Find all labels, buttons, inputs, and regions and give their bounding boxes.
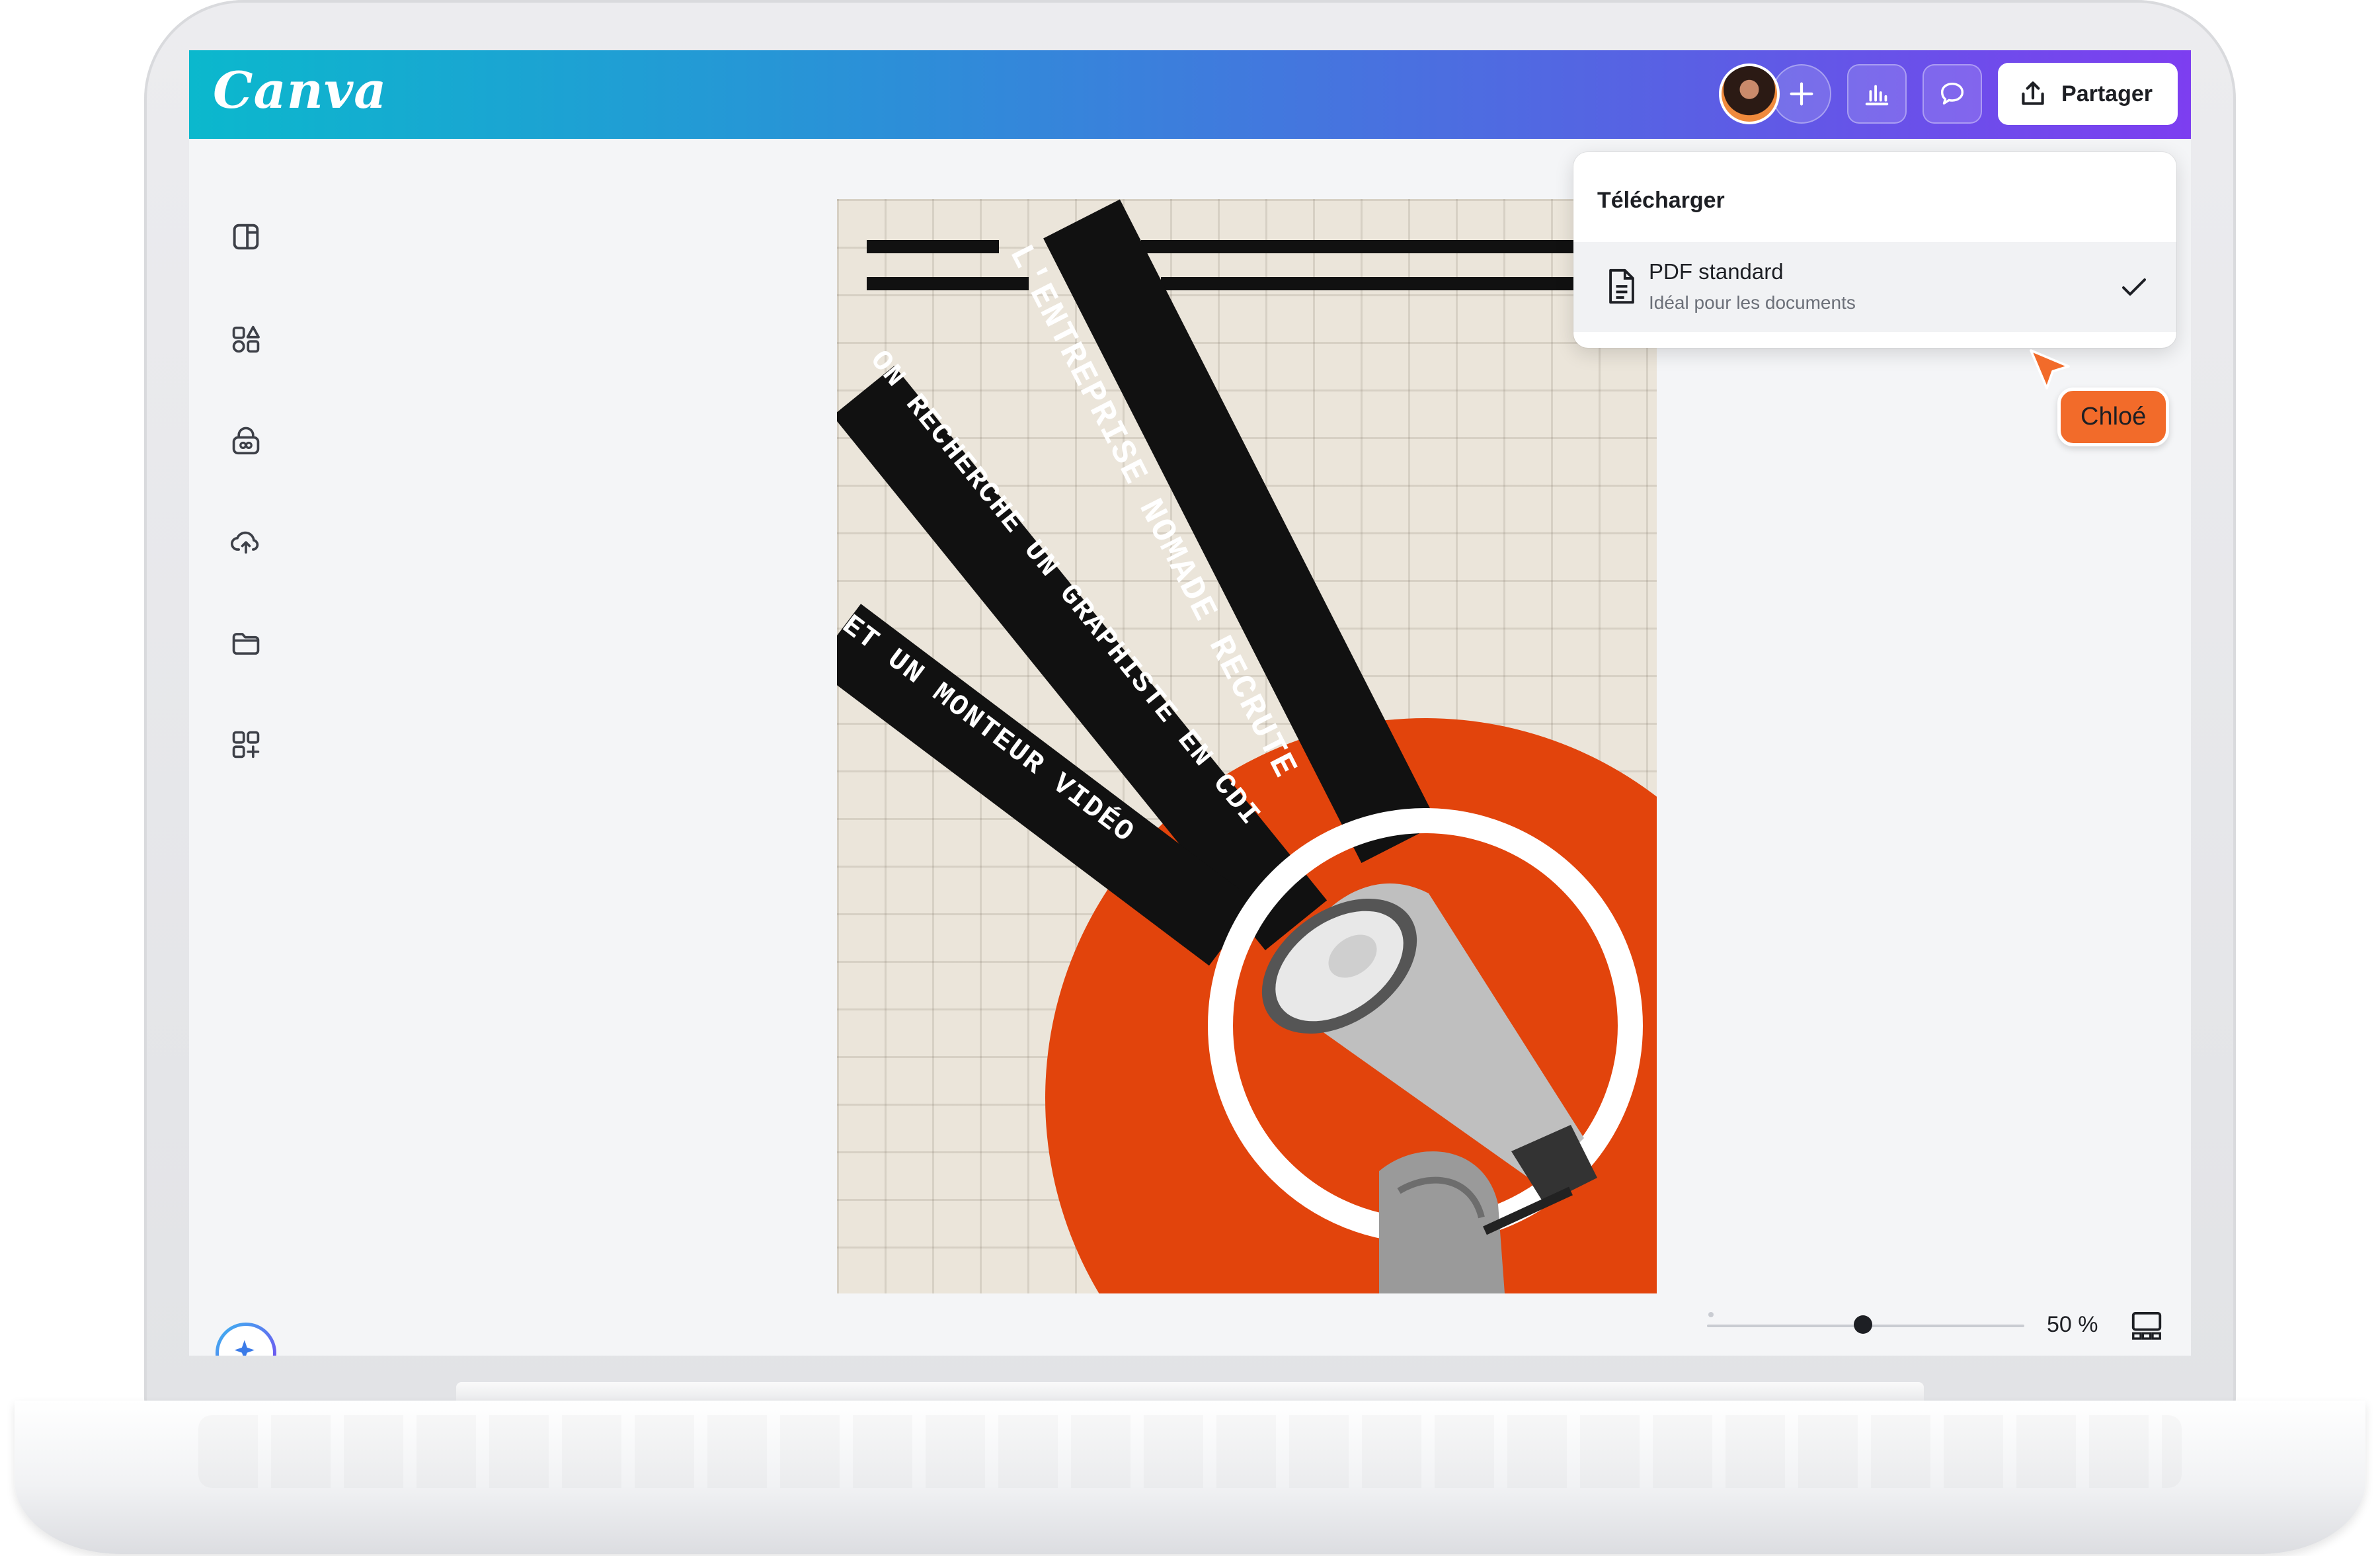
canva-logo[interactable]: Canva [213, 61, 387, 120]
share-icon [2022, 81, 2044, 105]
file-icon [1609, 268, 1634, 304]
apps-icon[interactable] [227, 726, 264, 763]
collaborator-name-tag: Chloé [2057, 388, 2170, 446]
option-subtitle: Idéal pour les documents [1649, 292, 1856, 313]
download-title: Télécharger [1597, 188, 1725, 213]
top-bar: Canva Partager [189, 50, 2191, 139]
collaborator-cursor-icon [2030, 349, 2070, 389]
zoom-slider-thumb[interactable] [1854, 1315, 1872, 1334]
check-icon [2122, 278, 2146, 296]
design-canvas[interactable]: L'ENTREPRISE NOMADE RECRUTE ON RECHERCHE… [837, 199, 1657, 1293]
poster-graphics [837, 199, 1657, 1293]
share-label: Partager [2061, 81, 2153, 106]
brand-icon[interactable] [227, 423, 264, 460]
left-sidebar [189, 139, 308, 1356]
header-bar [867, 240, 999, 253]
header-bar [867, 277, 1029, 290]
page-layout-icon[interactable] [2129, 1308, 2164, 1344]
analytics-icon [1865, 85, 1889, 106]
app-screen: Canva Partager L'ENTREPRISE NOMADE RECRU… [189, 50, 2191, 1356]
comment-button[interactable] [1923, 64, 1983, 124]
ribbon [1043, 199, 1439, 863]
add-icon [1790, 82, 1813, 106]
top-bar-actions: Partager [1719, 62, 2178, 126]
uploads-icon[interactable] [227, 522, 264, 559]
download-dropdown: Télécharger PDF standard Idéal pour les … [1573, 152, 2176, 348]
comment-icon [1940, 82, 1964, 105]
projects-icon[interactable] [227, 625, 264, 662]
sparkle-icon [234, 1340, 255, 1356]
laptop-keyboard [198, 1415, 2182, 1488]
design-icon[interactable] [227, 218, 264, 255]
magic-assistant-button[interactable] [216, 1323, 276, 1356]
pdf-standard-option[interactable]: PDF standard Idéal pour les documents [1573, 242, 2176, 332]
zoom-level[interactable]: 50 % [2047, 1312, 2098, 1338]
share-button[interactable]: Partager [1998, 63, 2178, 125]
elements-icon[interactable] [227, 321, 264, 358]
analytics-button[interactable] [1847, 64, 1907, 124]
add-collaborator-button[interactable] [1772, 64, 1832, 124]
avatar[interactable] [1719, 63, 1780, 124]
zoom-min-dot [1708, 1312, 1714, 1317]
option-title: PDF standard [1649, 259, 1784, 284]
